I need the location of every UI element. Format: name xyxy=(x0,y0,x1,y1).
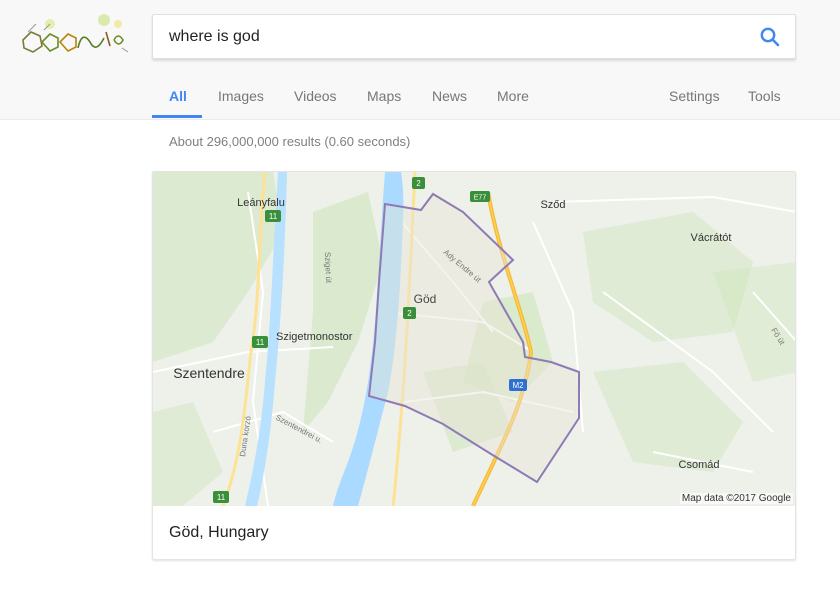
svg-text:2: 2 xyxy=(416,179,421,188)
tab-maps[interactable]: Maps xyxy=(367,88,401,104)
label-vacratot: Vácrátót xyxy=(691,232,732,244)
active-tab-indicator xyxy=(152,115,202,118)
search-icon xyxy=(757,27,783,54)
label-szentendre: Szentendre xyxy=(173,365,245,381)
svg-text:11: 11 xyxy=(269,212,278,221)
map-image[interactable]: Leányfalu Sződ Vácrátót Göd Szigetmonost… xyxy=(153,172,795,506)
tab-videos[interactable]: Videos xyxy=(294,88,337,104)
shield-route-2-top: 2 xyxy=(412,177,425,189)
shield-route-11-mid: 11 xyxy=(252,336,268,348)
map-attribution: Map data ©2017 Google xyxy=(679,493,793,504)
tools-link[interactable]: Tools xyxy=(748,88,781,104)
shield-route-11-bottom: 11 xyxy=(213,491,229,503)
label-sziget-ut: Sziget út xyxy=(323,252,333,284)
tab-more[interactable]: More xyxy=(497,88,529,104)
map-card: Leányfalu Sződ Vácrátót Göd Szigetmonost… xyxy=(152,171,796,560)
svg-text:2: 2 xyxy=(407,309,412,318)
place-name[interactable]: Göd, Hungary xyxy=(169,524,269,542)
settings-link[interactable]: Settings xyxy=(669,88,720,104)
svg-text:M2: M2 xyxy=(512,381,524,390)
svg-text:11: 11 xyxy=(256,338,265,347)
label-leanyfalu: Leányfalu xyxy=(237,197,285,209)
google-logo[interactable] xyxy=(18,12,130,58)
label-god: Göd xyxy=(414,292,437,306)
tab-news[interactable]: News xyxy=(432,88,467,104)
tab-all[interactable]: All xyxy=(169,88,187,104)
label-szod: Sződ xyxy=(540,199,565,211)
shield-route-11-top: 11 xyxy=(265,210,281,222)
search-box xyxy=(152,14,796,59)
search-tabs: All Images Videos Maps News More Setting… xyxy=(0,60,840,119)
search-button[interactable] xyxy=(757,24,783,50)
svg-text:E77: E77 xyxy=(474,195,487,202)
shield-e77: E77 xyxy=(470,191,490,202)
tab-images[interactable]: Images xyxy=(218,88,264,104)
search-header: All Images Videos Maps News More Setting… xyxy=(0,0,840,120)
shield-route-2-mid: 2 xyxy=(403,307,416,319)
label-szigetmonostor: Szigetmonostor xyxy=(276,331,353,343)
search-input[interactable] xyxy=(169,15,729,58)
svg-text:11: 11 xyxy=(217,493,226,502)
shield-m2: M2 xyxy=(509,379,527,391)
label-csomad: Csomád xyxy=(679,459,720,471)
result-stats: About 296,000,000 results (0.60 seconds) xyxy=(169,134,411,149)
